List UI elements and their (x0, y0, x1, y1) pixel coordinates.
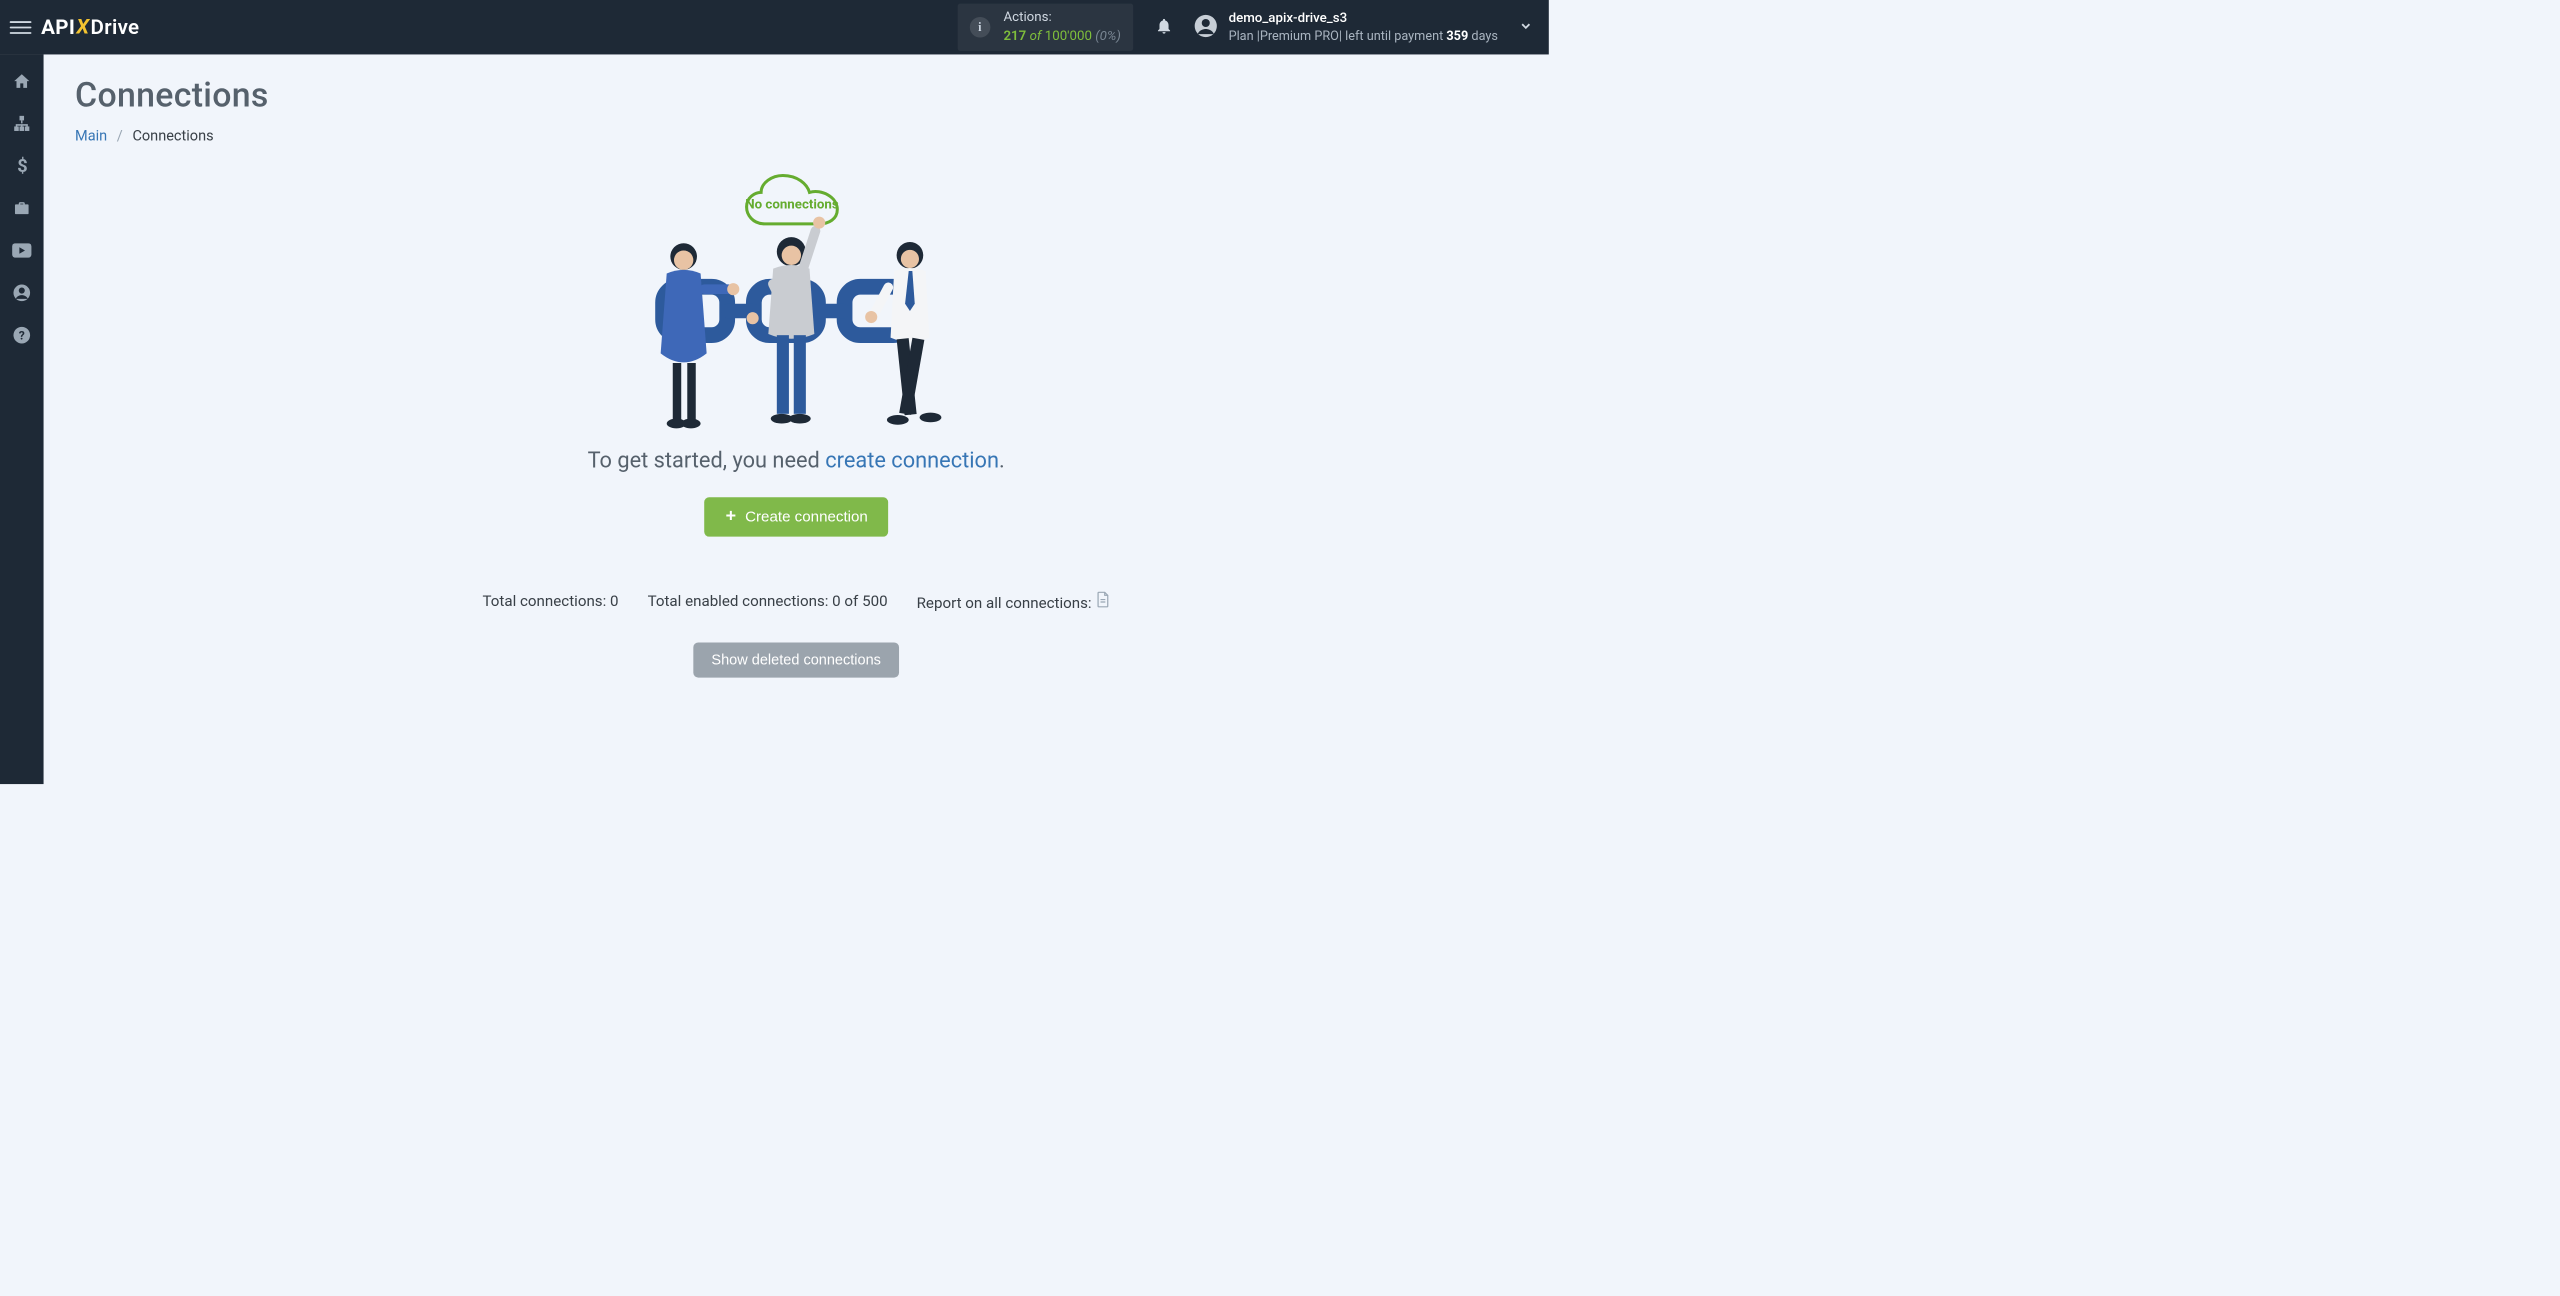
sidebar-item-help[interactable]: ? (8, 322, 35, 349)
show-deleted-button[interactable]: Show deleted connections (693, 643, 899, 678)
user-plan: Plan |Premium PRO| left until payment 35… (1229, 28, 1498, 46)
page-title: Connections (75, 75, 1517, 115)
stats-row: Total connections: 0 Total enabled conne… (75, 591, 1517, 612)
sidebar-item-sitemap[interactable] (8, 110, 35, 137)
notifications-icon[interactable] (1155, 17, 1173, 38)
create-connection-link[interactable]: create connection (825, 448, 999, 473)
logo[interactable]: APIXDrive (41, 15, 139, 39)
sidebar-item-account[interactable] (8, 280, 35, 307)
sidebar-item-briefcase[interactable] (8, 195, 35, 222)
user-name: demo_apix-drive_s3 (1229, 9, 1498, 28)
cloud-text: No connections (745, 198, 839, 213)
svg-text:$: $ (17, 157, 27, 175)
chevron-down-icon[interactable] (1519, 19, 1534, 36)
breadcrumb: Main / Connections (75, 127, 1517, 144)
info-icon: i (970, 17, 991, 38)
plus-icon (725, 508, 737, 526)
breadcrumb-current: Connections (132, 127, 213, 144)
empty-prompt: To get started, you need create connecti… (75, 448, 1517, 473)
user-menu[interactable]: demo_apix-drive_s3 Plan |Premium PRO| le… (1193, 9, 1498, 45)
actions-stats: 217 of 100'000 (0%) (1003, 27, 1120, 46)
report-all: Report on all connections: (917, 591, 1110, 612)
actions-label: Actions: (1003, 9, 1120, 28)
total-connections: Total connections: 0 (482, 593, 618, 611)
sidebar-item-home[interactable] (8, 68, 35, 95)
svg-text:?: ? (19, 329, 25, 343)
sidebar-item-billing[interactable]: $ (8, 152, 35, 179)
menu-toggle[interactable] (10, 16, 32, 38)
document-icon[interactable] (1095, 591, 1110, 608)
empty-illustration: No connections (627, 172, 966, 438)
sidebar-item-youtube[interactable] (8, 237, 35, 264)
actions-box[interactable]: i Actions: 217 of 100'000 (0%) (957, 4, 1133, 51)
avatar-icon (1193, 14, 1217, 41)
breadcrumb-main[interactable]: Main (75, 127, 107, 144)
header: APIXDrive i Actions: 217 of 100'000 (0%) (0, 0, 1549, 54)
sidebar: $ ? (0, 54, 44, 784)
content: Connections Main / Connections No connec… (44, 54, 1549, 784)
create-connection-button[interactable]: Create connection (704, 497, 888, 536)
enabled-connections: Total enabled connections: 0 of 500 (648, 593, 888, 611)
